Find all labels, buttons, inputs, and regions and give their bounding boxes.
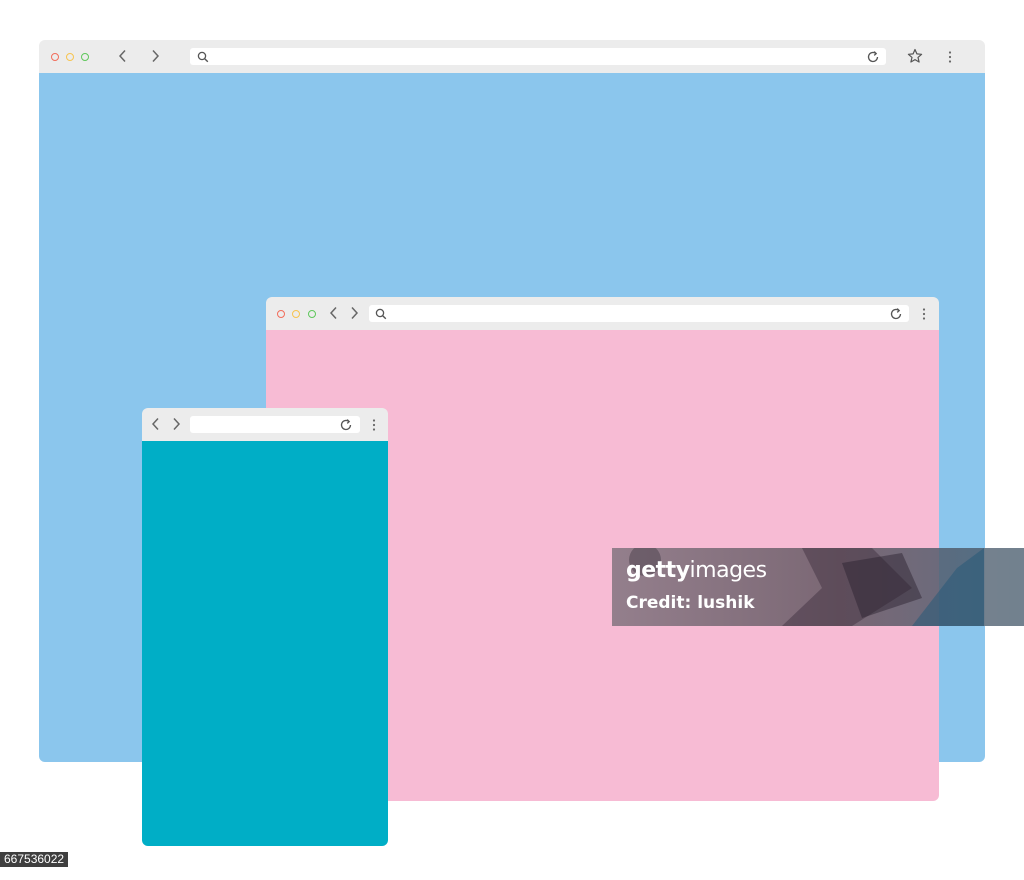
maximize-window-button[interactable] [308, 310, 316, 318]
forward-chevron-icon[interactable] [171, 417, 181, 431]
kebab-menu-icon[interactable] [947, 50, 953, 64]
minimize-window-button[interactable] [292, 310, 300, 318]
address-bar[interactable] [369, 305, 909, 322]
search-icon [375, 308, 387, 320]
desktop-toolbar [39, 40, 985, 73]
star-icon[interactable] [907, 48, 923, 64]
watermark-credit: Credit: lushik [626, 593, 755, 613]
forward-chevron-icon[interactable] [150, 49, 160, 63]
reload-icon[interactable] [339, 418, 353, 432]
address-bar[interactable] [190, 416, 360, 433]
search-icon [197, 51, 209, 63]
minimize-window-button[interactable] [66, 53, 74, 61]
close-window-button[interactable] [277, 310, 285, 318]
reload-icon[interactable] [889, 307, 903, 321]
back-chevron-icon[interactable] [118, 49, 128, 63]
image-id-label: 667536022 [0, 852, 69, 867]
mobile-page-content [142, 441, 388, 846]
mobile-browser-window [142, 408, 388, 846]
kebab-menu-icon[interactable] [371, 418, 377, 432]
address-bar[interactable] [190, 48, 886, 65]
kebab-menu-icon[interactable] [921, 307, 927, 321]
mobile-toolbar [142, 408, 388, 441]
forward-chevron-icon[interactable] [349, 306, 359, 320]
close-window-button[interactable] [51, 53, 59, 61]
reload-icon[interactable] [866, 50, 880, 64]
tablet-toolbar [266, 297, 939, 330]
back-chevron-icon[interactable] [151, 417, 161, 431]
back-chevron-icon[interactable] [329, 306, 339, 320]
watermark-brand-logo: gettyimages [626, 558, 767, 583]
watermark-banner: gettyimages Credit: lushik [612, 548, 1024, 626]
maximize-window-button[interactable] [81, 53, 89, 61]
